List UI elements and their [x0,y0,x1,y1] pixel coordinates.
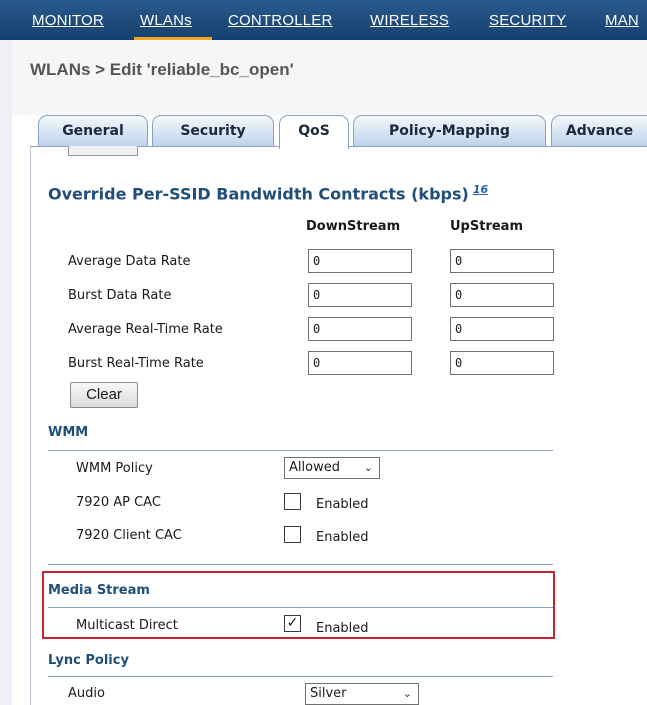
tab-policy-mapping-label: Policy-Mapping [389,123,510,139]
breadcrumb: WLANs > Edit 'reliable_bc_open' [30,60,294,79]
burst-realtime-rate-label: Burst Real-Time Rate [68,356,204,371]
tab-general[interactable]: General [38,115,148,147]
bandwidth-title-text: Override Per-SSID Bandwidth Contracts (k… [48,184,469,204]
average-realtime-rate-upstream-input[interactable] [450,317,554,341]
bandwidth-section-title: Override Per-SSID Bandwidth Contracts (k… [48,183,488,203]
ap-cac-label: 7920 AP CAC [76,495,161,510]
audio-select[interactable]: Silver ⌄ [305,683,419,705]
tab-policy-mapping[interactable]: Policy-Mapping [353,115,546,147]
left-margin [0,40,12,705]
wmm-bottom-divider [48,564,553,565]
nav-security-label: SECURITY [489,12,567,29]
chevron-down-icon: ⌄ [363,461,373,474]
burst-data-rate-upstream-input[interactable] [450,283,554,307]
client-cac-label: 7920 Client CAC [76,528,182,543]
nav-management[interactable]: MAN [605,12,639,29]
average-realtime-rate-label: Average Real-Time Rate [68,322,223,337]
average-data-rate-label: Average Data Rate [68,254,191,269]
scrolled-button-stub [68,146,138,156]
nav-wireless[interactable]: WIRELESS [370,12,449,29]
downstream-header: DownStream [306,219,401,234]
lync-divider [48,676,553,677]
nav-wlans[interactable]: WLANs [140,12,192,29]
tab-qos-label: QoS [298,123,330,139]
burst-data-rate-label: Burst Data Rate [68,288,172,303]
client-cac-checkbox[interactable] [284,526,301,543]
tab-security-label: Security [180,123,246,139]
burst-realtime-rate-upstream-input[interactable] [450,351,554,375]
upstream-header: UpStream [450,219,523,234]
panel-left-border [30,147,31,705]
multicast-direct-label: Multicast Direct [76,618,178,633]
ap-cac-checkbox[interactable] [284,493,301,510]
nav-controller-label: CONTROLLER [228,12,333,29]
burst-realtime-rate-downstream-input[interactable] [308,351,412,375]
wmm-divider [48,450,553,451]
average-data-rate-upstream-input[interactable] [450,249,554,273]
client-cac-option-label: Enabled [316,530,369,545]
burst-data-rate-downstream-input[interactable] [308,283,412,307]
media-stream-title: Media Stream [48,583,150,598]
nav-monitor[interactable]: MONITOR [32,12,104,29]
multicast-direct-option-label: Enabled [316,621,369,636]
top-nav-bar: MONITOR WLANs CONTROLLER WIRELESS SECURI… [0,0,647,41]
wmm-title: WMM [48,425,89,440]
ap-cac-option-label: Enabled [316,497,369,512]
nav-wireless-label: WIRELESS [370,12,450,29]
checkmark-icon: ✓ [286,615,299,631]
tab-advanced[interactable]: Advance [551,115,647,147]
multicast-direct-checkbox[interactable]: ✓ [284,615,301,632]
nav-wlans-label: WLANs [140,12,192,29]
wmm-policy-select[interactable]: Allowed ⌄ [284,457,380,479]
tab-advanced-label: Advance [565,123,634,139]
clear-button[interactable]: Clear [70,382,138,408]
wmm-policy-value: Allowed [289,460,340,475]
audio-label: Audio [68,686,105,701]
nav-management-label: MAN [605,12,639,29]
wmm-policy-label: WMM Policy [76,461,153,476]
tab-general-label: General [62,123,124,139]
tab-security[interactable]: Security [152,115,274,147]
media-stream-divider [48,607,553,608]
chevron-down-icon: ⌄ [402,687,412,700]
audio-value: Silver [310,686,347,701]
average-data-rate-downstream-input[interactable] [308,249,412,273]
nav-controller[interactable]: CONTROLLER [228,12,333,29]
tab-qos[interactable]: QoS [279,115,349,149]
nav-monitor-label: MONITOR [32,12,104,29]
nav-security[interactable]: SECURITY [489,12,566,29]
average-realtime-rate-downstream-input[interactable] [308,317,412,341]
lync-policy-title: Lync Policy [48,653,129,668]
footnote-link[interactable]: 16 [473,183,488,196]
